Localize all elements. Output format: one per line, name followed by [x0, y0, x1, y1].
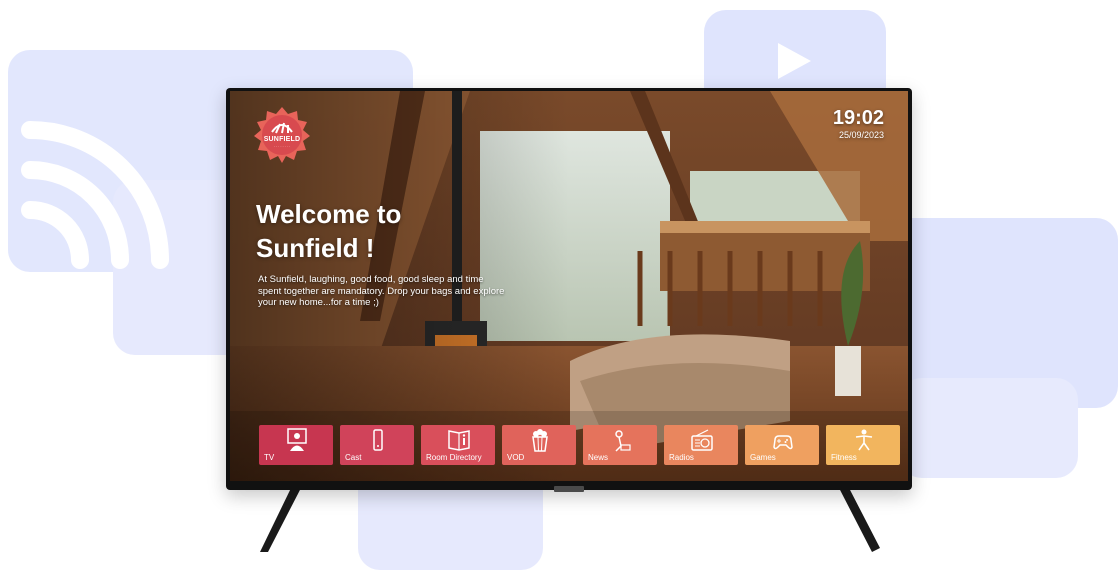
welcome-title: Welcome to Sunfield !	[256, 197, 516, 265]
sunburst-badge	[254, 107, 310, 163]
menu-tile-radios[interactable]: Radios	[664, 425, 738, 465]
welcome-title-line2: Sunfield !	[256, 233, 375, 263]
tv-stand-left	[260, 486, 302, 552]
tv-logo-tab	[554, 486, 584, 492]
tv-person-icon	[287, 428, 307, 451]
menu-tile-tv[interactable]: TV	[259, 425, 333, 465]
tv-screen: SUNFIELD · · · · · · · · 19:02 25/09/202…	[230, 91, 908, 481]
menu-tile-label: VOD	[507, 453, 525, 462]
menu-tile-label: TV	[264, 453, 275, 462]
menu-tile-label: News	[588, 453, 609, 462]
welcome-title-line1: Welcome to	[256, 199, 402, 229]
tv-stand-right	[838, 486, 880, 552]
menu-tile-room-directory[interactable]: Room Directory	[421, 425, 495, 465]
clock-date: 25/09/2023	[838, 130, 884, 140]
menu-tile-fitness[interactable]: Fitness	[826, 425, 900, 465]
cast-phone-icon	[373, 429, 383, 451]
clock-time: 19:02	[832, 107, 884, 129]
wifi-icon	[21, 121, 169, 269]
menu-tile-label: Room Directory	[426, 453, 482, 462]
fitness-person-icon	[855, 429, 873, 451]
menu-tile-label: Fitness	[831, 453, 857, 462]
menu-tile-games[interactable]: Games	[745, 425, 819, 465]
clock: 19:02 25/09/2023	[833, 107, 884, 141]
popcorn-icon	[532, 429, 548, 452]
welcome-description: At Sunfield, laughing, good food, good s…	[258, 274, 505, 308]
play-icon	[778, 43, 811, 79]
menu-tile-label: Cast	[345, 453, 362, 462]
menu-tile-vod[interactable]: VOD	[502, 425, 576, 465]
news-person-icon	[615, 430, 631, 452]
menu-tile-news[interactable]: News	[583, 425, 657, 465]
brand-tagline-mark: · · · · · · · ·	[273, 145, 291, 149]
decor-card	[900, 378, 1078, 478]
menu-tile-cast[interactable]: Cast	[340, 425, 414, 465]
menu-tile-label: Games	[750, 453, 776, 462]
radio-icon	[691, 429, 713, 451]
brand-logo: SUNFIELD · · · · · · · ·	[253, 106, 311, 164]
brand-name: SUNFIELD	[263, 136, 301, 143]
gamepad-icon	[773, 435, 793, 450]
book-info-icon	[448, 430, 470, 451]
menu-tile-label: Radios	[669, 453, 694, 462]
